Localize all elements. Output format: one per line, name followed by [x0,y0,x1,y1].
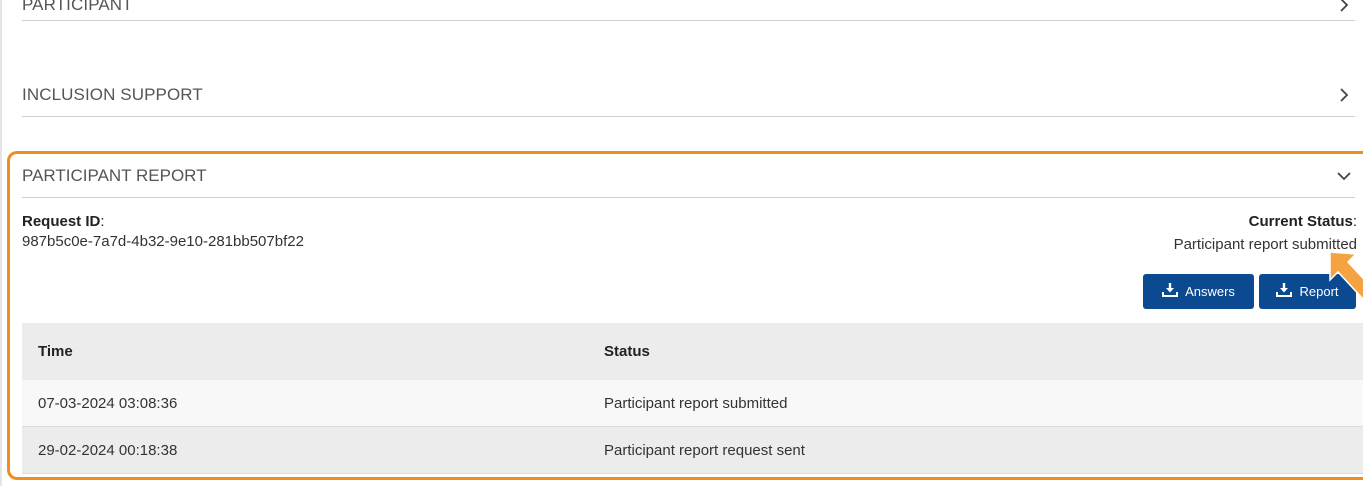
current-status-label: Current Status: [1248,213,1357,230]
cell-time: 29-02-2024 00:18:38 [38,441,178,459]
section-participant-label: PARTICIPANT [22,0,133,14]
table-row: 29-02-2024 00:18:38 Participant report r… [22,427,1363,474]
download-icon [1162,283,1179,300]
chevron-right-icon [1333,84,1355,106]
page-left-border [0,0,2,486]
request-id-label: Request ID: [22,213,105,230]
section-participant-report[interactable]: PARTICIPANT REPORT [22,154,1355,198]
cell-status: Participant report submitted [604,394,788,412]
download-answers-button[interactable]: Answers [1143,274,1254,309]
column-header-status: Status [604,343,650,360]
table-header-row: Time Status [22,323,1363,380]
request-id-value: 987b5c0e-7a7d-4b32-9e10-281bb507bf22 [22,233,304,250]
chevron-down-icon [1333,165,1355,187]
status-history-table: Time Status 07-03-2024 03:08:36 Particip… [22,323,1363,474]
column-header-time: Time [38,343,73,360]
section-inclusion-support-label: INCLUSION SUPPORT [22,85,203,104]
download-answers-label: Answers [1185,284,1235,299]
chevron-right-icon [1333,0,1355,16]
download-icon [1276,283,1293,300]
section-inclusion-support[interactable]: INCLUSION SUPPORT [22,74,1355,117]
table-row: 07-03-2024 03:08:36 Participant report s… [22,380,1363,427]
section-participant-report-label: PARTICIPANT REPORT [22,165,207,185]
cell-status: Participant report request sent [604,441,805,459]
annotation-arrow-icon [1329,251,1363,301]
cell-time: 07-03-2024 03:08:36 [38,394,178,412]
section-participant[interactable]: PARTICIPANT [22,0,1355,21]
